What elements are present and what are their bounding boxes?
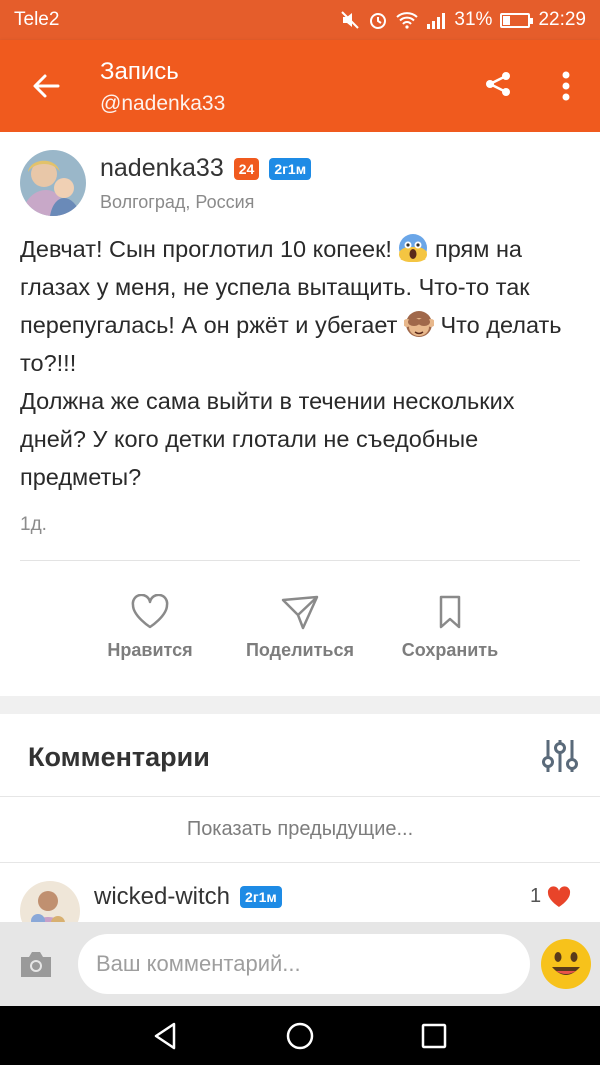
- carrier-name: Tele2: [14, 9, 60, 30]
- page-subtitle: @nadenka33: [100, 92, 226, 115]
- signal-icon: [426, 11, 446, 29]
- comments-divider-top: [0, 796, 600, 797]
- app-bar: Запись @nadenka33: [0, 40, 600, 132]
- share-icon[interactable]: [484, 70, 516, 102]
- nav-recents-icon[interactable]: [418, 1020, 450, 1052]
- sliders-icon[interactable]: [540, 738, 580, 774]
- show-previous-link[interactable]: Показать предыдущие...: [0, 818, 600, 841]
- post-text: Девчат! Сын проглотил 10 копеек! прям на…: [20, 230, 580, 496]
- author-location: Волгоград, Россия: [100, 192, 255, 212]
- post-text-part-1: Девчат! Сын проглотил 10 копеек!: [20, 236, 399, 262]
- nav-home-icon[interactable]: [284, 1020, 316, 1052]
- battery-icon: [500, 12, 534, 28]
- comment-input-bar: [0, 922, 600, 1006]
- bookmark-icon: [439, 595, 461, 629]
- smiley-icon[interactable]: [540, 938, 592, 990]
- comments-section: Комментарии Показать предыдущие... wicke…: [0, 714, 600, 941]
- post-time: 1д.: [20, 514, 47, 535]
- scream-emoji-icon: [399, 234, 428, 262]
- comment-input[interactable]: [78, 934, 530, 994]
- nav-back-icon[interactable]: [150, 1020, 182, 1052]
- comments-header: Комментарии: [28, 742, 210, 772]
- paper-plane-icon: [281, 595, 319, 630]
- comment-author-name[interactable]: wicked-witch: [94, 883, 230, 911]
- post-paragraph-1: Девчат! Сын проглотил 10 копеек! прям на…: [20, 230, 580, 382]
- post-divider: [20, 560, 580, 561]
- heart-outline-icon: [131, 594, 169, 629]
- share-label: Поделиться: [245, 640, 355, 660]
- share-button[interactable]: Поделиться: [230, 594, 370, 661]
- author-name[interactable]: nadenka33: [100, 154, 224, 183]
- battery-percent: 31%: [454, 9, 493, 30]
- page-title: Запись: [100, 58, 179, 85]
- camera-icon[interactable]: [18, 948, 54, 980]
- post-actions: Нравится Поделиться Сохранить: [0, 594, 600, 674]
- comment-author: wicked-witch 2г1м: [94, 883, 282, 911]
- save-label: Сохранить: [401, 640, 499, 660]
- duration-badge: 2г1м: [269, 157, 312, 180]
- see-no-evil-monkey-icon: [403, 311, 434, 337]
- age-badge: 24: [233, 157, 260, 180]
- post-paragraph-2: Должна же сама выйти в течении нескольки…: [20, 388, 515, 490]
- comment-like-count: 1: [530, 885, 542, 907]
- post-card: nadenka33 24 2г1м Волгоград, Россия Девч…: [0, 132, 600, 696]
- comment-item: wicked-witch 2г1м 1: [0, 863, 600, 941]
- system-nav-bar: [0, 1006, 600, 1065]
- more-vertical-icon[interactable]: [552, 68, 580, 104]
- post-author: nadenka33 24 2г1м: [100, 154, 312, 183]
- like-button[interactable]: Нравится: [80, 594, 220, 661]
- heart-filled-icon: [548, 885, 571, 907]
- avatar[interactable]: [20, 150, 86, 216]
- comment-duration-badge: 2г1м: [240, 886, 282, 908]
- status-bar: Tele2 31% 22:29: [0, 0, 600, 40]
- screen: Tele2 31% 22:29 Запись @nadenka33 nadenk…: [0, 0, 600, 1065]
- clock: 22:29: [538, 9, 586, 30]
- mute-icon: [340, 10, 360, 30]
- back-arrow-icon[interactable]: [28, 68, 64, 104]
- battery-fill: [503, 15, 511, 25]
- wifi-icon: [396, 11, 419, 29]
- alarm-icon: [368, 10, 388, 30]
- comment-likes[interactable]: 1: [530, 885, 571, 908]
- status-icons: 31% 22:29: [340, 9, 586, 31]
- like-label: Нравится: [107, 640, 193, 660]
- save-button[interactable]: Сохранить: [380, 594, 520, 661]
